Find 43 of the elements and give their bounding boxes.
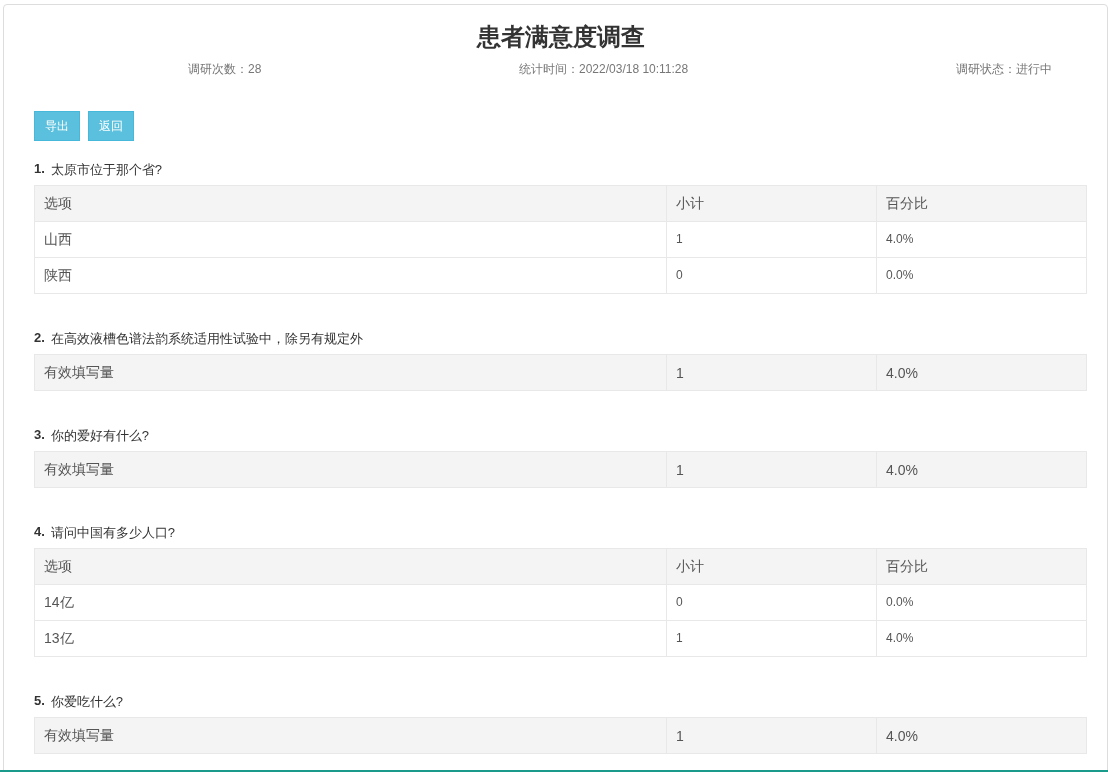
table-cell: 百分比 (876, 548, 1087, 585)
question-number: 2. (34, 330, 45, 347)
question-text: 你的爱好有什么? (50, 427, 150, 445)
question-text: 请问中国有多少人口? (50, 524, 176, 542)
question-text: 在高效液槽色谱法韵系统适用性试验中，除另有规定外 (50, 330, 363, 348)
table-cell: 14亿 (34, 584, 667, 621)
question-number: 5. (34, 693, 45, 710)
question-number: 4. (34, 524, 45, 541)
table-cell: 有效填写量 (34, 451, 667, 488)
table-cell: 0 (666, 257, 877, 294)
table-cell: 陕西 (34, 257, 667, 294)
table-cell: 山西 (34, 221, 667, 258)
table-cell: 13亿 (34, 620, 667, 657)
question-number: 3. (34, 427, 45, 444)
survey-info: 统计时间：2022/03/18 10:11:28 (519, 61, 689, 78)
table-cell: 百分比 (876, 185, 1087, 222)
survey-info: 调研状态：进行中 (956, 61, 1052, 78)
table-cell: 4.0% (876, 451, 1087, 488)
table-cell: 选项 (34, 548, 667, 585)
table-cell: 1 (666, 354, 877, 391)
question-number: 1. (34, 161, 45, 178)
page-title: 患者满意度调查 (475, 22, 646, 52)
question-text: 你爱吃什么? (50, 693, 124, 711)
question-text: 太原市位于那个省? (50, 161, 163, 179)
survey-info: 调研次数：28 (188, 61, 262, 78)
table-cell: 1 (666, 451, 877, 488)
table-cell: 小计 (666, 548, 877, 585)
table-cell: 4.0% (876, 717, 1087, 754)
back-button[interactable]: 返回 (88, 111, 134, 141)
table-cell: 有效填写量 (34, 717, 667, 754)
table-cell: 4.0% (876, 221, 1087, 258)
table-cell: 1 (666, 620, 877, 657)
table-cell: 4.0% (876, 620, 1087, 657)
table-cell: 4.0% (876, 354, 1087, 391)
table-cell: 1 (666, 717, 877, 754)
table-cell: 小计 (666, 185, 877, 222)
table-cell: 选项 (34, 185, 667, 222)
table-cell: 0 (666, 584, 877, 621)
table-cell: 1 (666, 221, 877, 258)
table-cell: 0.0% (876, 257, 1087, 294)
table-cell: 有效填写量 (34, 354, 667, 391)
table-cell: 0.0% (876, 584, 1087, 621)
export-button[interactable]: 导出 (34, 111, 80, 141)
